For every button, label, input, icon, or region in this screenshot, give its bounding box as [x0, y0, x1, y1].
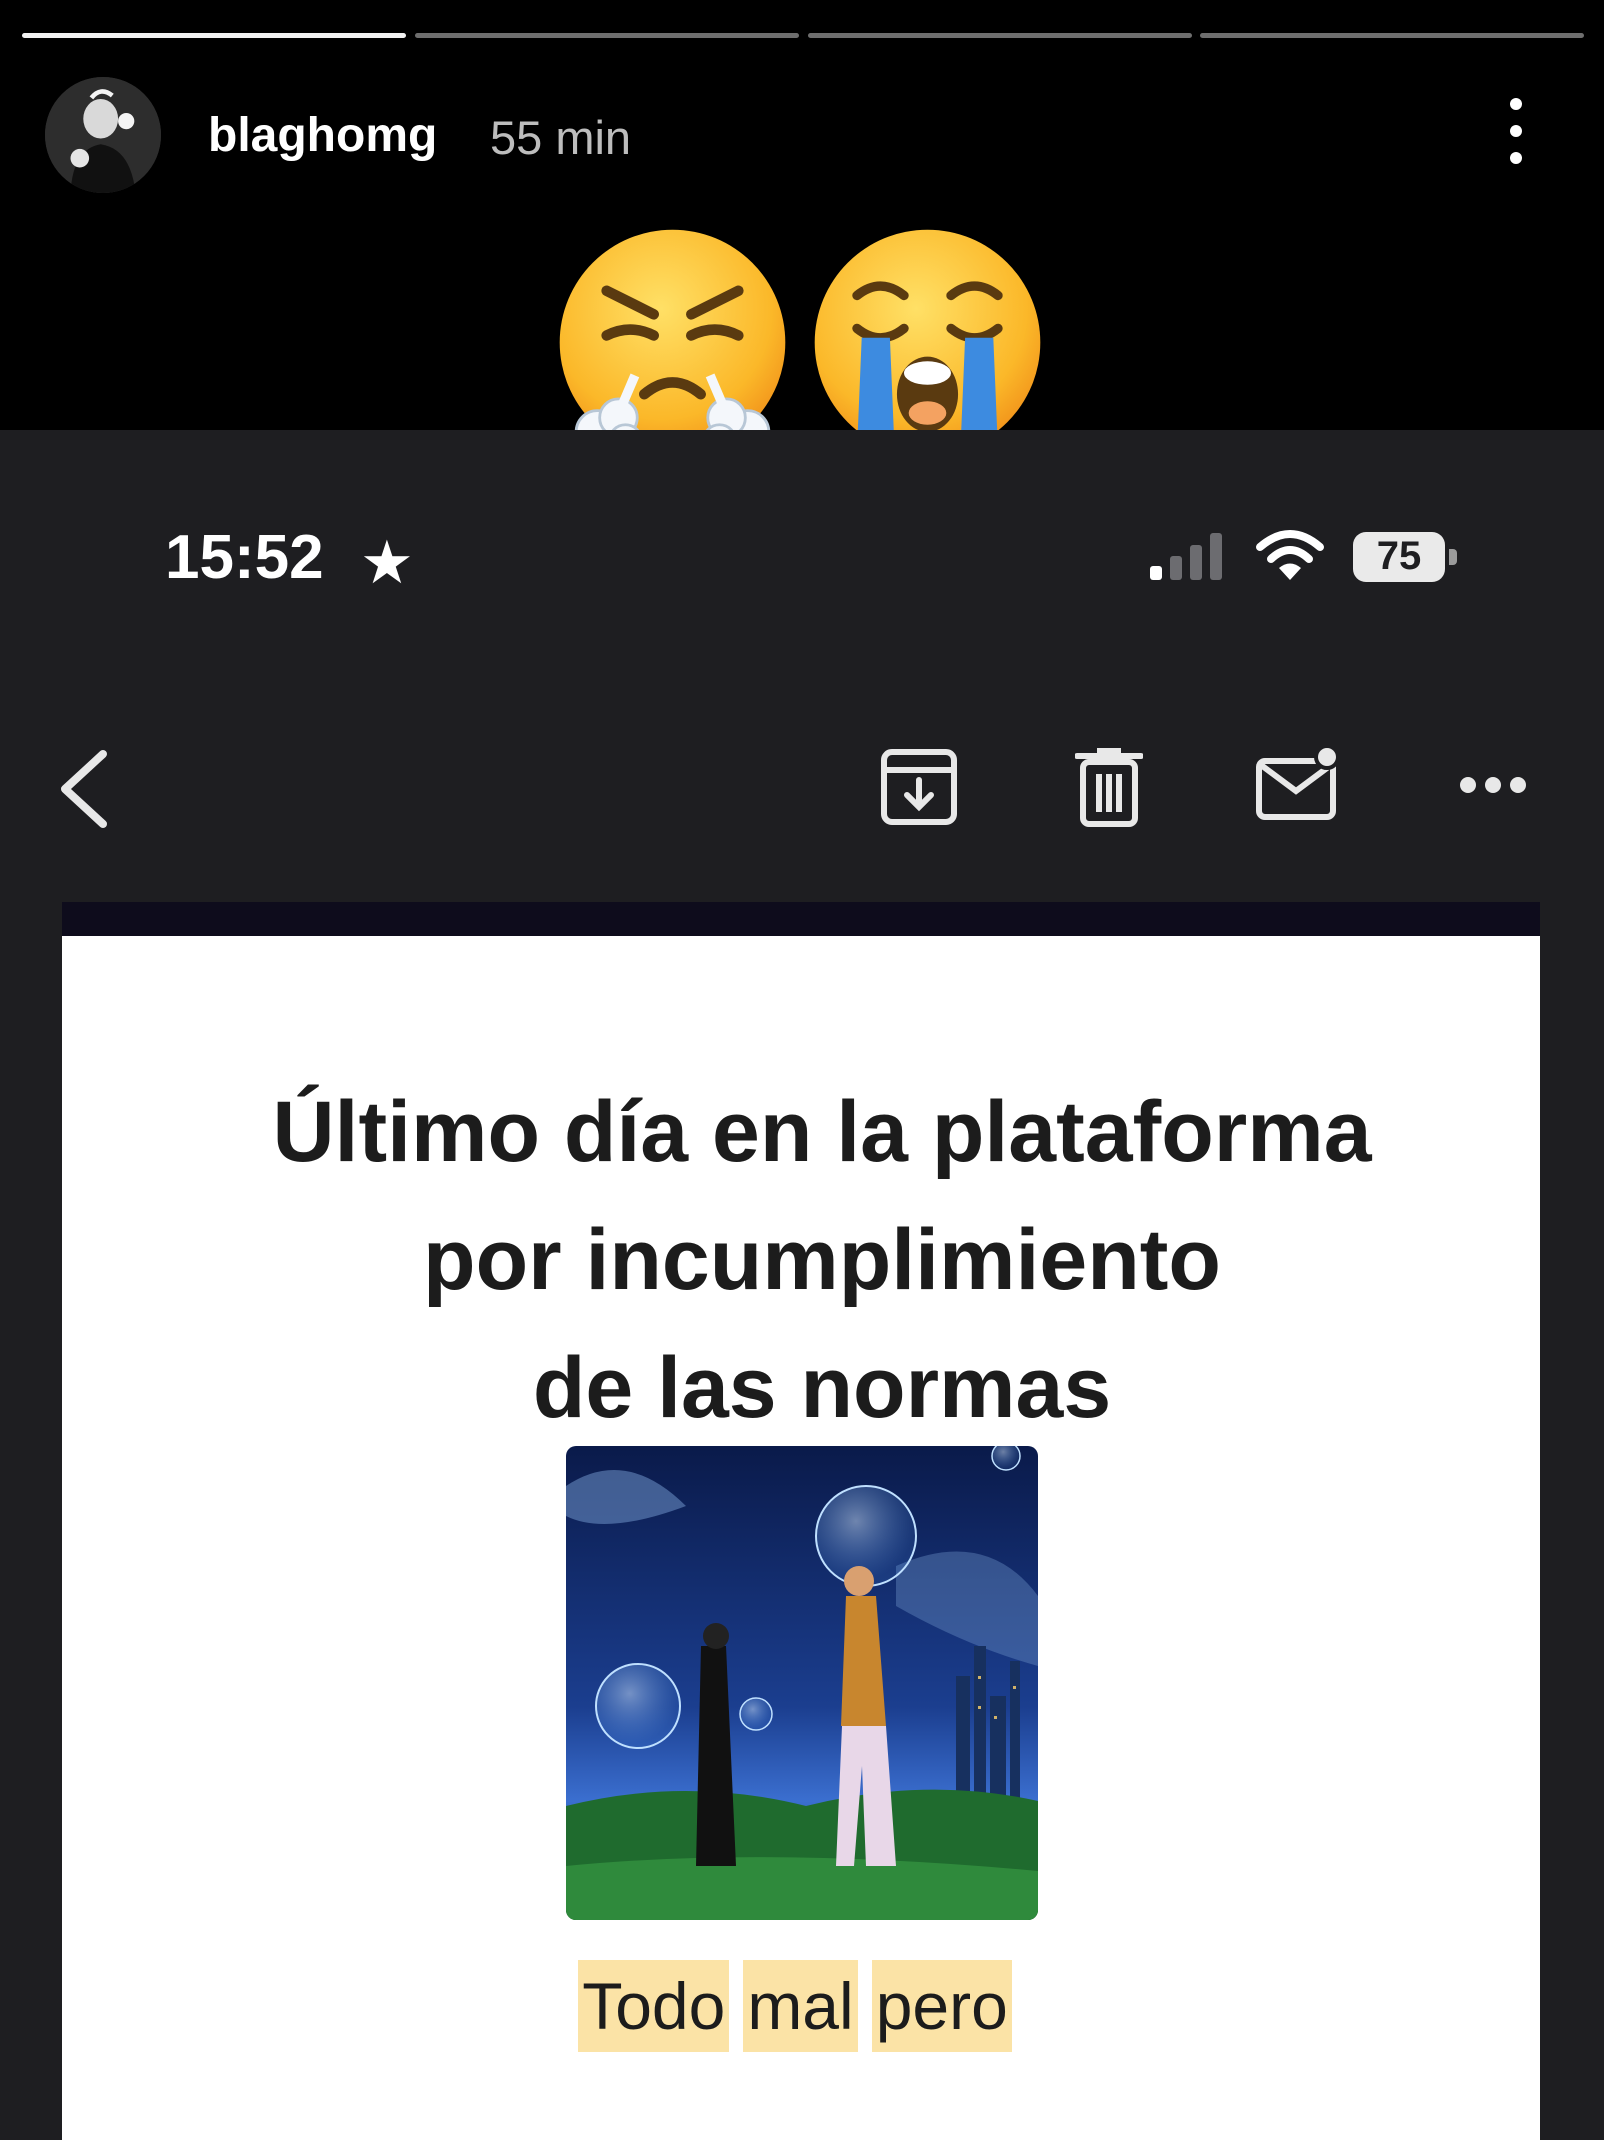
trash-icon[interactable] — [1075, 746, 1143, 828]
headline-line: por incumplimiento — [423, 1212, 1221, 1308]
story-progress-3 — [808, 33, 1192, 38]
story-options-icon[interactable] — [1500, 98, 1532, 164]
album-cover-image[interactable] — [566, 1446, 1038, 1920]
email-headline: Último día en la plataforma por incumpli… — [62, 1068, 1582, 1452]
story-progress-fill — [22, 33, 406, 38]
battery-level: 75 — [1376, 534, 1422, 578]
email-banner-strip — [62, 902, 1540, 936]
caption-word: pero — [871, 1960, 1012, 2052]
archive-icon[interactable] — [880, 748, 958, 826]
caption-word: Todo — [578, 1960, 730, 2052]
star-icon: ★ — [360, 529, 414, 596]
story-progress-2 — [415, 33, 799, 38]
steam-from-nose-emoji-icon — [559, 229, 786, 460]
caption-word: mal — [743, 1960, 858, 2052]
story-progress-1 — [22, 33, 406, 38]
more-icon[interactable] — [1458, 775, 1528, 795]
email-caption: Todo mal pero — [0, 1960, 1604, 2052]
wifi-icon — [1256, 530, 1324, 580]
status-time: 15:52 — [165, 523, 324, 592]
battery-icon: 75 — [1353, 532, 1461, 584]
avatar-picture — [45, 77, 161, 193]
username[interactable]: blaghomg — [208, 108, 437, 163]
signal-icon — [1150, 533, 1222, 580]
back-chevron-icon[interactable] — [55, 748, 115, 830]
story-progress-4 — [1200, 33, 1584, 38]
loudly-crying-emoji-icon — [814, 229, 1041, 456]
post-time: 55 min — [490, 111, 632, 164]
headline-line: de las normas — [532, 1340, 1112, 1436]
mark-unread-icon[interactable] — [1255, 745, 1341, 823]
headline-line: Último día en la plataforma — [272, 1084, 1372, 1180]
avatar[interactable] — [45, 77, 161, 193]
